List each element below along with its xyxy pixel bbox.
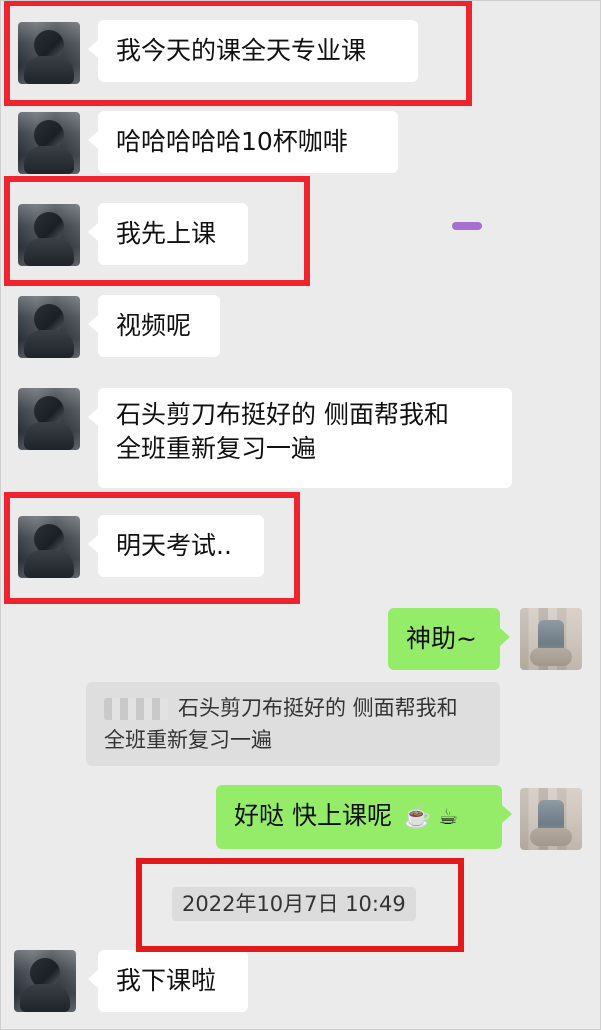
coffee-icon: ☕️ ☕ bbox=[403, 805, 459, 830]
quote-text: 石头剪刀布挺好的 侧面帮我和 bbox=[178, 696, 458, 720]
message-bubble-2[interactable]: 哈哈哈哈哈10杯咖啡 bbox=[88, 111, 398, 173]
contact-avatar[interactable] bbox=[18, 112, 80, 174]
message-text-line: 全班重新复习一遍 bbox=[116, 434, 317, 463]
message-text: 明天考试.. bbox=[116, 531, 232, 560]
message-bubble-4[interactable]: 视频呢 bbox=[88, 295, 220, 357]
purple-mark bbox=[452, 222, 482, 230]
message-bubble-10[interactable]: 我下课啦 bbox=[88, 950, 248, 1012]
message-bubble-1[interactable]: 我今天的课全天专业课 bbox=[88, 20, 418, 82]
message-text: 神助~ bbox=[406, 624, 477, 653]
message-text: 我下课啦 bbox=[116, 966, 217, 995]
contact-avatar[interactable] bbox=[14, 950, 76, 1012]
contact-avatar[interactable] bbox=[18, 388, 80, 450]
contact-avatar[interactable] bbox=[18, 296, 80, 358]
quote-line: 全班重新复习一遍 bbox=[104, 728, 272, 752]
timestamp: 2022年10月7日 10:49 bbox=[172, 887, 416, 921]
message-text: 我今天的课全天专业课 bbox=[116, 36, 367, 65]
message-text: 视频呢 bbox=[116, 311, 192, 340]
message-bubble-7[interactable]: 神助~ bbox=[388, 608, 510, 670]
message-bubble-6[interactable]: 明天考试.. bbox=[88, 515, 264, 577]
message-bubble-5[interactable]: 石头剪刀布挺好的 侧面帮我和 全班重新复习一遍 bbox=[88, 388, 512, 488]
message-text: 哈哈哈哈哈10杯咖啡 bbox=[116, 127, 348, 156]
self-avatar[interactable] bbox=[520, 608, 582, 670]
message-bubble-3[interactable]: 我先上课 bbox=[88, 203, 248, 265]
message-bubble-9[interactable]: 好哒 快上课呢 ☕️ ☕ bbox=[216, 785, 512, 849]
message-text: 好哒 快上课呢 bbox=[234, 801, 392, 830]
contact-avatar[interactable] bbox=[18, 204, 80, 266]
self-avatar[interactable] bbox=[520, 788, 582, 850]
quote-line: 石头剪刀布挺好的 侧面帮我和 bbox=[104, 692, 482, 724]
contact-avatar[interactable] bbox=[18, 516, 80, 578]
blurred-name bbox=[104, 698, 168, 720]
message-text: 我先上课 bbox=[116, 219, 217, 248]
contact-avatar[interactable] bbox=[18, 22, 80, 84]
message-text-line: 石头剪刀布挺好的 侧面帮我和 bbox=[116, 400, 449, 429]
quoted-message[interactable]: 石头剪刀布挺好的 侧面帮我和 全班重新复习一遍 bbox=[86, 682, 500, 766]
